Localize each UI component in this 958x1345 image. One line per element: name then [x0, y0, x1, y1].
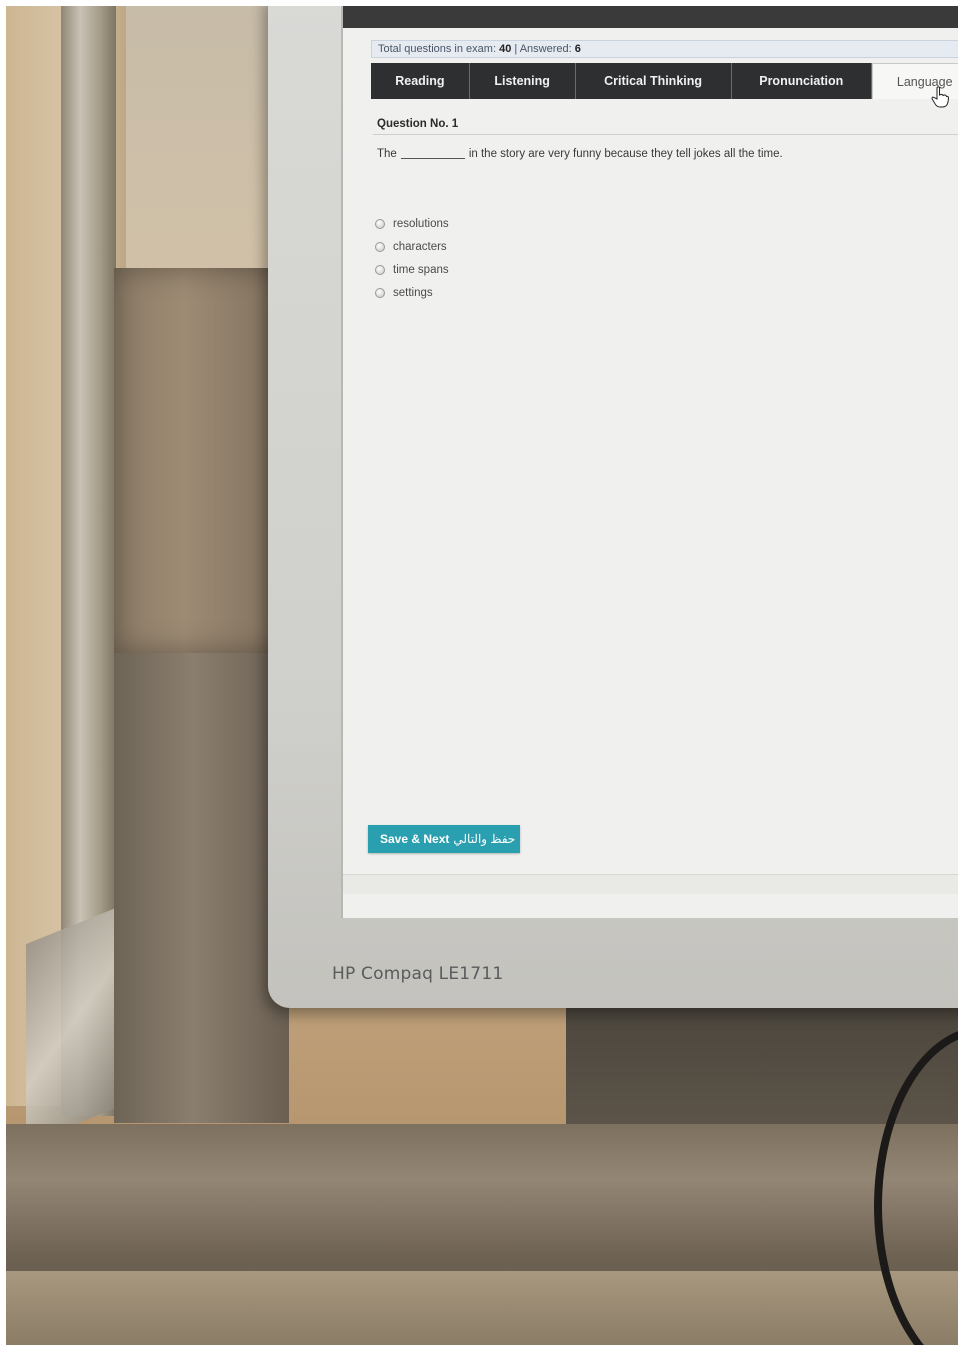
question-text-end: in the story are very funny because they…	[468, 148, 783, 160]
exam-status-bar: Total questions in exam: 40 | Answered: …	[371, 40, 958, 58]
desk-edge	[6, 1271, 958, 1345]
total-questions-label: Total questions in exam:	[378, 43, 497, 55]
save-next-label-arabic: حفظ والتالي	[453, 832, 516, 846]
divider	[373, 134, 958, 135]
hand-cursor-icon	[931, 86, 949, 108]
section-tabs: Reading Listening Critical Thinking Pron…	[371, 63, 958, 99]
answer-options: resolutions characters time spans settin…	[375, 212, 449, 304]
monitor-screen: Total questions in exam: 40 | Answered: …	[341, 6, 958, 918]
radio-button[interactable]	[375, 241, 385, 252]
mount-bracket	[114, 268, 289, 653]
app-header	[343, 6, 958, 28]
tab-pronunciation[interactable]: Pronunciation	[731, 63, 872, 99]
radio-button[interactable]	[375, 287, 385, 298]
mount-column	[114, 653, 289, 1123]
option-label: time spans	[393, 263, 449, 276]
tab-listening[interactable]: Listening	[469, 63, 576, 99]
option-resolutions[interactable]: resolutions	[375, 212, 449, 235]
question-text: The in the story are very funny because t…	[377, 148, 783, 160]
question-number: Question No. 1	[377, 118, 459, 130]
option-characters[interactable]: characters	[375, 235, 449, 258]
save-next-button[interactable]: Save & Next حفظ والتالي	[368, 825, 520, 853]
mount-arm	[26, 907, 116, 1145]
save-next-label: Save & Next	[380, 832, 450, 846]
answered-value: 6	[574, 43, 581, 55]
answer-blank	[400, 158, 465, 159]
photo-scene: HP Compaq LE1711 Total questions in exam…	[6, 6, 958, 1345]
option-label: characters	[393, 240, 447, 253]
option-label: resolutions	[393, 217, 449, 230]
option-time-spans[interactable]: time spans	[375, 258, 449, 281]
answered-label: | Answered:	[514, 43, 572, 55]
monitor-brand-label: HP Compaq LE1711	[332, 964, 504, 984]
tab-critical-thinking[interactable]: Critical Thinking	[575, 63, 732, 99]
option-label: settings	[393, 286, 433, 299]
total-questions-value: 40	[499, 43, 512, 55]
question-text-start: The	[377, 148, 397, 160]
radio-button[interactable]	[375, 218, 385, 229]
screen-footer	[343, 874, 958, 894]
tab-reading[interactable]: Reading	[371, 63, 470, 99]
option-settings[interactable]: settings	[375, 281, 449, 304]
radio-button[interactable]	[375, 264, 385, 275]
